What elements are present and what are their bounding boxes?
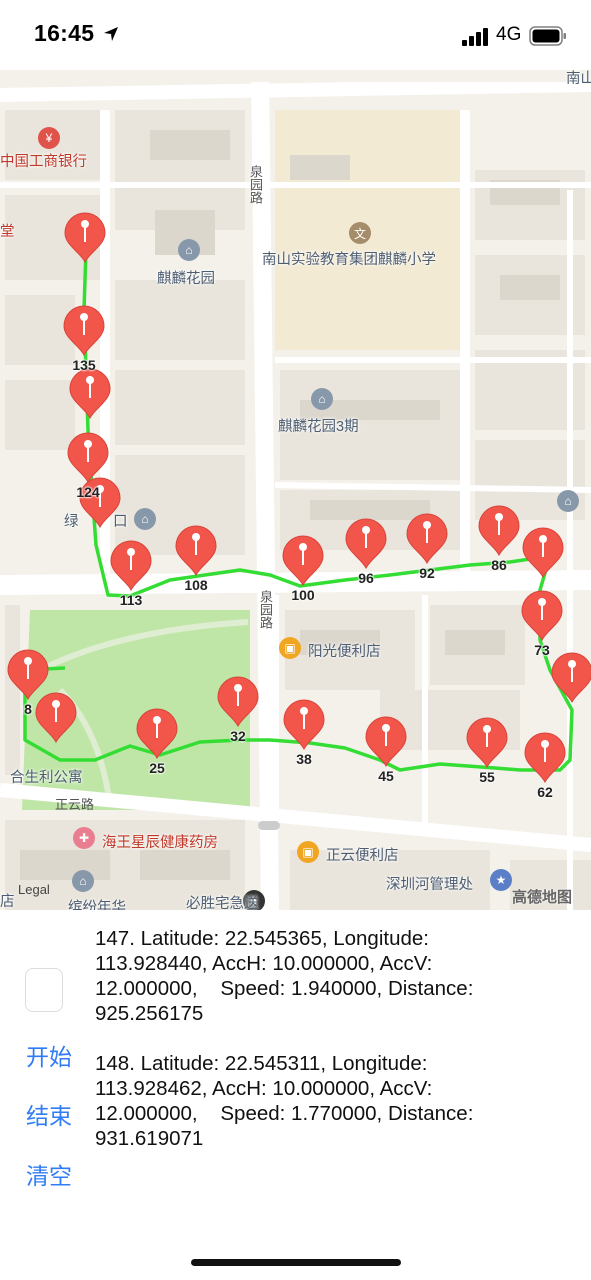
marker-label: 25: [149, 760, 165, 776]
location-pin-icon[interactable]: [519, 590, 565, 642]
legal-link[interactable]: Legal: [18, 882, 50, 897]
marker-label: 86: [491, 557, 507, 573]
map-label-river-office: 深圳河管理处: [386, 877, 473, 893]
signal-strength-icon: [462, 28, 488, 46]
marker-label: 100: [291, 587, 315, 603]
marker-label: 135: [72, 357, 96, 373]
location-pin-icon[interactable]: [62, 212, 108, 264]
map-label-fragment: 绿: [64, 514, 79, 530]
location-log: 147. Latitude: 22.545365, Longitude: 113…: [95, 926, 535, 1176]
map-label-pharmacy: 海王星辰健康药房: [102, 835, 218, 851]
store-icon: ▣: [279, 637, 301, 659]
marker-label: 73: [534, 642, 550, 658]
marker-label: 55: [479, 769, 495, 785]
marker-label: 38: [296, 751, 312, 767]
map-label-zhengyun-store: 正云便利店: [326, 848, 399, 864]
clear-button[interactable]: 清空: [26, 1157, 72, 1191]
map-label-fragment: 缤纷年华: [68, 900, 126, 910]
marker-label: 62: [537, 784, 553, 800]
marker-label: 45: [378, 768, 394, 784]
road-label-quanyuan: 泉园路: [258, 590, 273, 629]
residence-icon: ⌂: [134, 508, 156, 530]
map-label-apartment: 合生利公寓: [10, 770, 83, 786]
landmark-icon: ★: [490, 869, 512, 891]
map-label-fragment: 口: [113, 514, 128, 530]
road-label-quanyuan: 泉园路: [248, 165, 263, 204]
location-pin-icon[interactable]: [134, 708, 180, 760]
map-label-fragment: 南山: [566, 71, 591, 87]
residence-icon: ⌂: [72, 870, 94, 892]
school-icon: 文: [349, 222, 371, 244]
residence-icon: ⌂: [557, 490, 579, 512]
location-pin-icon[interactable]: [363, 716, 409, 768]
marker-label: 8: [24, 701, 32, 717]
marker-label: 92: [419, 565, 435, 581]
location-pin-icon[interactable]: [520, 527, 566, 579]
toggle-checkbox[interactable]: [25, 968, 63, 1012]
map-label-school: 南山实验教育集团麒麟小学: [262, 252, 436, 268]
home-indicator: [191, 1259, 401, 1266]
location-pin-icon[interactable]: [280, 535, 326, 587]
location-pin-icon[interactable]: [549, 652, 591, 704]
network-type: 4G: [496, 24, 522, 45]
map-label-pizza: 必胜宅急送: [186, 896, 259, 910]
map-label-bank: 中国工商银行: [0, 154, 87, 170]
battery-icon: [529, 26, 566, 46]
location-pin-icon[interactable]: [343, 518, 389, 570]
map-label-sunshine-store: 阳光便利店: [308, 644, 381, 660]
start-button[interactable]: 开始: [26, 1038, 72, 1072]
residence-icon: ⌂: [311, 388, 333, 410]
location-pin-icon[interactable]: [476, 505, 522, 557]
map-label-fragment: 店: [0, 894, 15, 910]
bank-icon: ¥: [38, 127, 60, 149]
log-entry: 148. Latitude: 22.545311, Longitude: 113…: [95, 1052, 480, 1150]
location-pin-icon[interactable]: [67, 368, 113, 420]
marker-label: 32: [230, 728, 246, 744]
residence-icon: ⌂: [178, 239, 200, 261]
location-pin-icon[interactable]: [61, 305, 107, 357]
marker-label: 96: [358, 570, 374, 586]
marker-label: 124: [76, 484, 100, 500]
location-pin-icon[interactable]: [173, 525, 219, 577]
location-pin-icon[interactable]: [108, 540, 154, 592]
status-time: 16:45: [34, 20, 95, 46]
location-pin-icon[interactable]: [5, 649, 51, 701]
location-pin-icon[interactable]: [281, 699, 327, 751]
location-pin-icon[interactable]: [522, 732, 568, 784]
end-button[interactable]: 结束: [26, 1097, 72, 1131]
map-label-qilin-garden-3: 麒麟花园3期: [278, 419, 359, 435]
location-pin-icon[interactable]: [464, 717, 510, 769]
store-icon: ▣: [297, 841, 319, 863]
map-label-qilin-garden: 麒麟花园: [157, 271, 215, 287]
pharmacy-icon: ✚: [73, 827, 95, 849]
location-arrow-icon: [104, 27, 118, 41]
location-pin-icon[interactable]: [65, 432, 111, 484]
map-view[interactable]: 135 124 113 108 100 96 92 86 73 62 55 45 38 32 25 8 ¥ ⌂…: [0, 70, 591, 910]
status-bar: 16:45 4G: [0, 0, 591, 70]
marker-label: 113: [119, 592, 143, 608]
location-pin-icon[interactable]: [215, 676, 261, 728]
map-label-fragment: 堂: [0, 224, 15, 240]
map-provider-logo: 高德地图: [512, 889, 573, 906]
log-entry: 147. Latitude: 22.545365, Longitude: 113…: [95, 927, 480, 1025]
marker-label: 108: [184, 577, 208, 593]
road-label-zhengyun: 正云路: [55, 797, 95, 812]
location-pin-icon[interactable]: [404, 513, 450, 565]
traffic-light-icon: [258, 821, 280, 830]
